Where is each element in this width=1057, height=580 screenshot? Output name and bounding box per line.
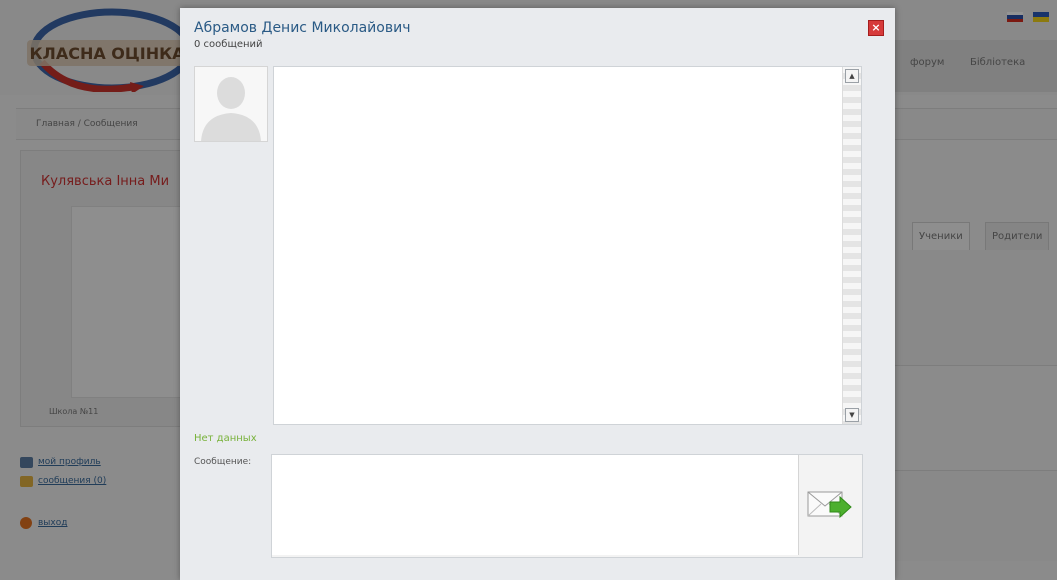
message-count: 0 сообщений — [194, 39, 263, 50]
message-history-scrollbar[interactable]: ▲ ▼ — [842, 67, 861, 424]
message-dialog: Абрамов Денис Миколайович 0 сообщений × … — [180, 8, 895, 580]
scroll-up-icon[interactable]: ▲ — [845, 69, 859, 83]
message-history[interactable]: ▲ ▼ — [273, 66, 862, 425]
avatar — [194, 66, 268, 142]
close-icon: × — [871, 21, 881, 34]
no-data-text: Нет данных — [194, 433, 257, 444]
compose-box — [271, 454, 863, 558]
dialog-title: Абрамов Денис Миколайович — [194, 20, 411, 36]
message-input[interactable] — [272, 455, 799, 555]
send-button[interactable] — [804, 486, 856, 526]
close-button[interactable]: × — [868, 20, 884, 36]
send-envelope-icon — [807, 491, 852, 519]
message-label: Сообщение: — [194, 457, 252, 467]
scroll-down-icon[interactable]: ▼ — [845, 408, 859, 422]
avatar-silhouette-icon — [195, 67, 267, 141]
